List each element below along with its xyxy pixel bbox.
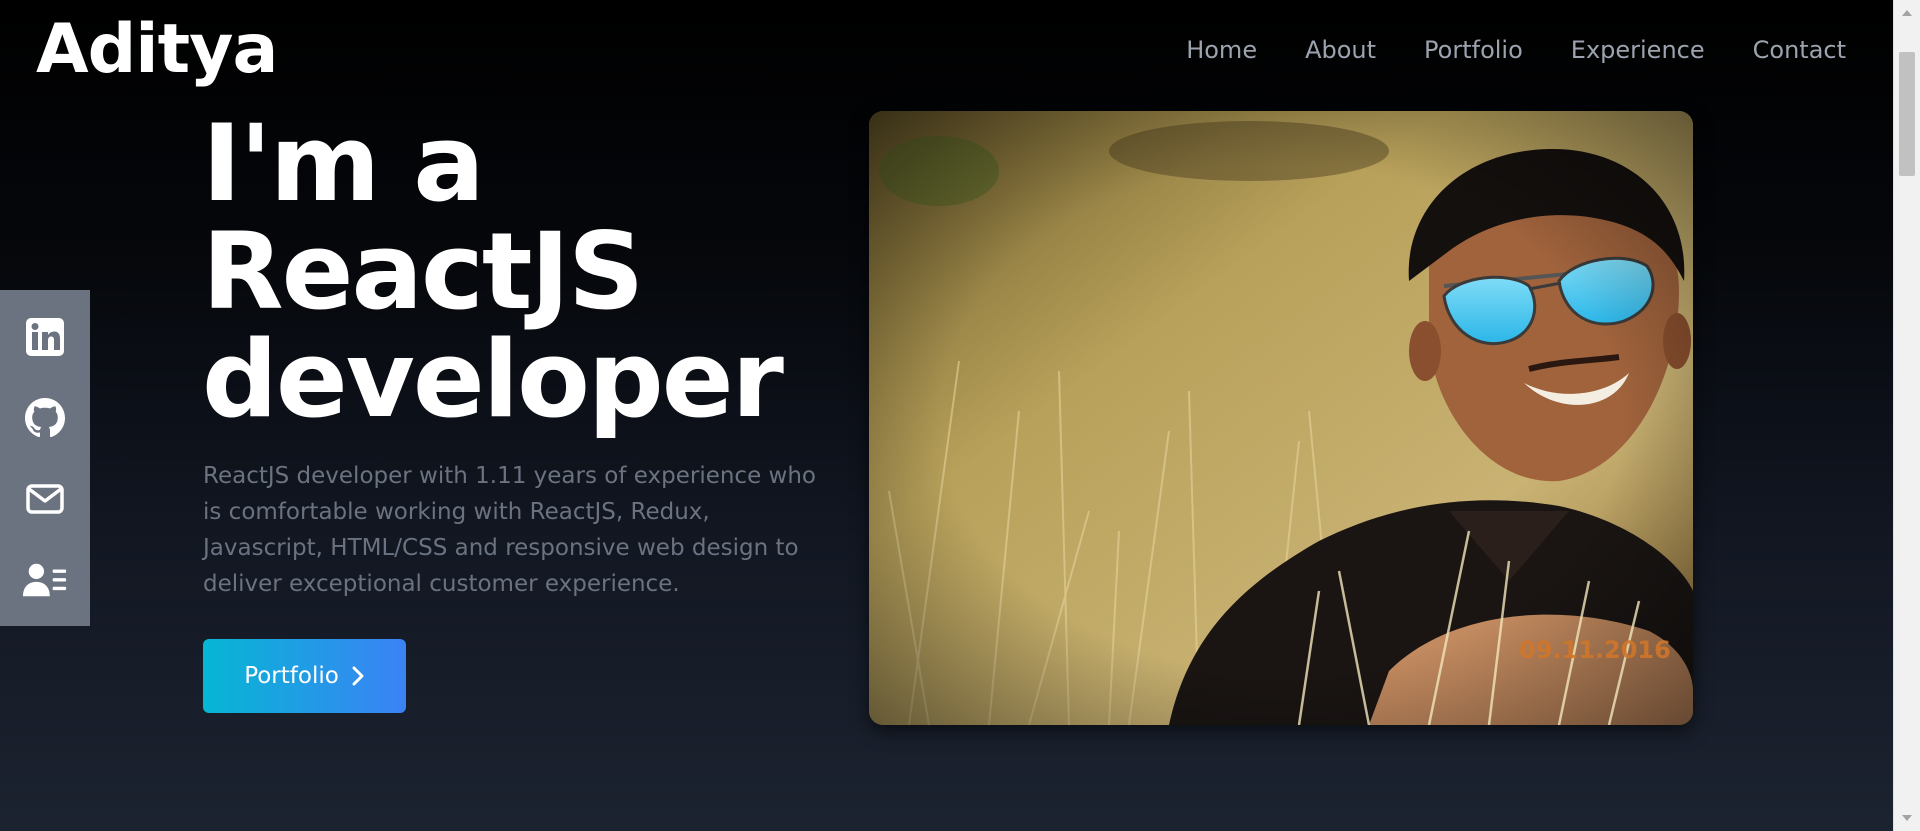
page-scrollbar[interactable] bbox=[1893, 0, 1920, 831]
nav-item-portfolio[interactable]: Portfolio bbox=[1424, 30, 1523, 70]
linkedin-icon bbox=[26, 317, 64, 356]
headline-line-2: ReactJS bbox=[202, 210, 644, 333]
nav-item-contact[interactable]: Contact bbox=[1753, 30, 1846, 70]
chevron-right-icon bbox=[352, 666, 364, 686]
main-nav: Home About Portfolio Experience Contact bbox=[1186, 30, 1846, 70]
github-icon bbox=[25, 397, 65, 437]
profile-photo-illustration: 09.11.2016 bbox=[869, 111, 1693, 725]
nav-item-about[interactable]: About bbox=[1305, 30, 1376, 70]
nav-item-experience[interactable]: Experience bbox=[1571, 30, 1705, 70]
nav-item-home[interactable]: Home bbox=[1186, 30, 1257, 70]
home-page: Aditya Home About Portfolio Experience C… bbox=[0, 0, 1894, 831]
portfolio-button-label: Portfolio bbox=[244, 663, 339, 689]
portfolio-button[interactable]: Portfolio bbox=[203, 639, 406, 713]
linkedin-link[interactable] bbox=[22, 314, 68, 360]
scroll-up-arrow-icon[interactable] bbox=[1902, 10, 1912, 16]
scroll-down-arrow-icon[interactable] bbox=[1902, 815, 1912, 821]
hero-intro: ReactJS developer with 1.11 years of exp… bbox=[203, 463, 817, 597]
hero-headline: I'm a ReactJS developer bbox=[202, 102, 784, 441]
headline-line-3: developer bbox=[202, 318, 784, 441]
brand-logo[interactable]: Aditya bbox=[36, 10, 278, 90]
scrollbar-thumb[interactable] bbox=[1899, 52, 1915, 176]
headline-line-1: I'm a bbox=[202, 102, 485, 225]
mail-icon bbox=[26, 483, 64, 514]
github-link[interactable] bbox=[22, 395, 68, 441]
photo-date-stamp: 09.11.2016 bbox=[1519, 636, 1671, 664]
mail-link[interactable] bbox=[22, 476, 68, 522]
resume-link[interactable] bbox=[22, 557, 68, 603]
resume-icon bbox=[22, 563, 67, 596]
profile-photo: 09.11.2016 bbox=[869, 111, 1693, 725]
social-sidebar bbox=[0, 290, 90, 626]
